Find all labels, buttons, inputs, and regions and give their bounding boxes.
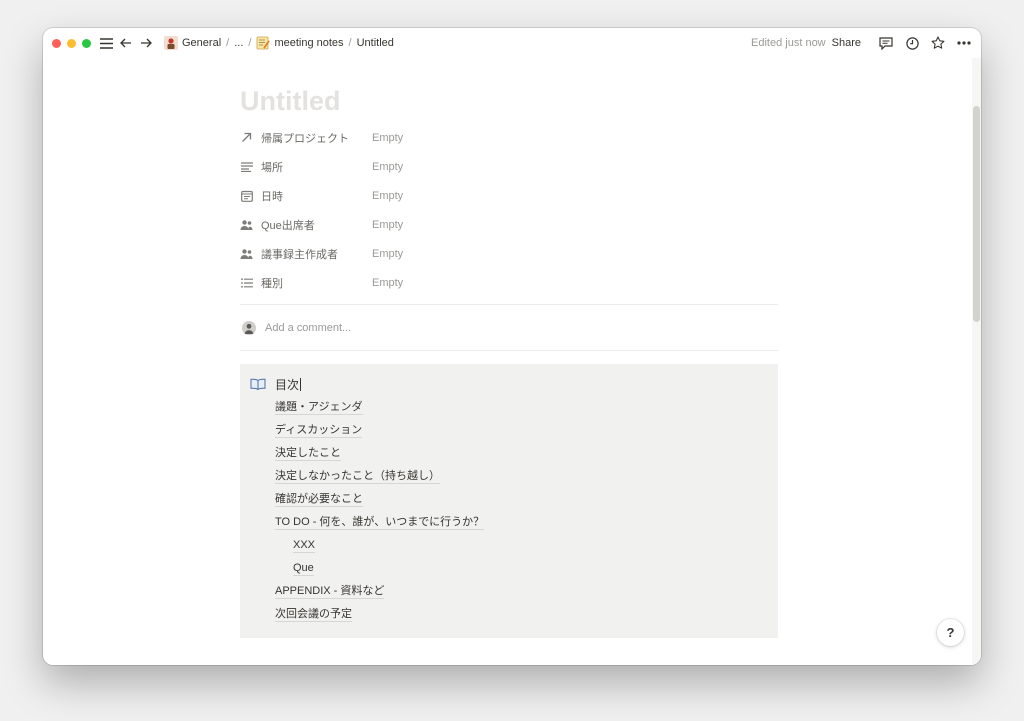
text-cursor [300, 377, 302, 391]
share-button[interactable]: Share [832, 37, 861, 49]
add-comment-row[interactable]: Add a comment... [240, 305, 778, 350]
breadcrumb-item-meeting-notes[interactable]: meeting notes [253, 34, 346, 52]
toc-link-label[interactable]: 議題・アジェンダ [275, 401, 363, 415]
app-window: General / ... / meeting notes / Untitled… [43, 28, 981, 665]
avatar [242, 320, 256, 335]
property-row-minutes-author[interactable]: 議事録主作成者 Empty [240, 239, 778, 268]
toc-link-label[interactable]: 次回会議の予定 [275, 608, 352, 622]
forward-arrow-icon[interactable] [137, 34, 155, 52]
property-value[interactable]: Empty [372, 190, 403, 202]
property-row-attendees[interactable]: Que出席者 Empty [240, 210, 778, 239]
property-label: 議事録主作成者 [261, 248, 338, 261]
window-controls [52, 38, 97, 48]
property-label: 帰属プロジェクト [261, 132, 349, 145]
edited-status: Edited just now [751, 37, 826, 49]
breadcrumb-separator: / [248, 37, 252, 49]
property-name: 場所 [240, 159, 372, 175]
toc-link-label[interactable]: ディスカッション [275, 424, 363, 438]
property-row-location[interactable]: 場所 Empty [240, 152, 778, 181]
property-value[interactable]: Empty [372, 248, 403, 260]
breadcrumb-separator: / [348, 37, 352, 49]
toc-link[interactable]: 議題・アジェンダ [275, 396, 778, 419]
minimize-window-button[interactable] [67, 38, 76, 48]
toc-link-label[interactable]: 決定したこと [275, 447, 341, 461]
breadcrumb-label: ... [234, 37, 244, 49]
text-lines-icon [240, 160, 253, 173]
breadcrumb-label: General [182, 37, 222, 49]
breadcrumb-item-general[interactable]: General [161, 34, 224, 52]
toc-link-label[interactable]: XXX [293, 539, 316, 553]
people-icon [240, 247, 253, 260]
calendar-icon [240, 189, 253, 202]
top-bar: General / ... / meeting notes / Untitled… [43, 28, 981, 58]
property-name: 日時 [240, 188, 372, 204]
back-arrow-icon[interactable] [117, 34, 135, 52]
breadcrumb-label: meeting notes [274, 37, 344, 49]
more-options-icon[interactable] [955, 34, 973, 52]
memo-emoji-icon [256, 36, 271, 50]
toc-link[interactable]: 決定しなかったこと（持ち越し） [275, 465, 778, 488]
property-name: 種別 [240, 275, 372, 291]
workspace-emoji-icon [164, 36, 178, 50]
property-name: 帰属プロジェクト [240, 130, 372, 146]
close-window-button[interactable] [52, 38, 61, 48]
people-icon [240, 218, 253, 231]
scrollbar[interactable] [972, 58, 981, 665]
property-row-type[interactable]: 種別 Empty [240, 268, 778, 297]
breadcrumb-separator: / [226, 37, 230, 49]
comment-icon[interactable] [877, 34, 895, 52]
toc-link-label[interactable]: 確認が必要なこと [275, 493, 363, 507]
property-label: 場所 [261, 161, 283, 174]
toc-link-label[interactable]: 決定しなかったこと（持ち越し） [275, 470, 440, 484]
toc-link[interactable]: Que [293, 557, 778, 580]
topbar-actions: Edited just now Share [751, 28, 975, 58]
property-value[interactable]: Empty [372, 132, 403, 144]
toc-link-label[interactable]: TO DO - 何を、誰が、いつまでに行うか？ [275, 516, 485, 530]
property-label: Que出席者 [261, 219, 315, 232]
toc-link-label[interactable]: APPENDIX - 資料など [275, 585, 385, 599]
page-content: Untitled 帰属プロジェクト Empty 場所 Empty 日時 Empt… [240, 58, 778, 638]
breadcrumb-item-ellipsis[interactable]: ... [231, 35, 246, 51]
toc-link[interactable]: ディスカッション [275, 419, 778, 442]
star-favorite-icon[interactable] [929, 34, 947, 52]
list-icon [240, 276, 253, 289]
sidebar-menu-icon[interactable] [97, 34, 115, 52]
breadcrumb-item-untitled[interactable]: Untitled [354, 35, 397, 51]
help-button[interactable]: ? [937, 619, 964, 646]
toc-link-label[interactable]: Que [293, 562, 314, 576]
toc-link[interactable]: 次回会議の予定 [275, 603, 778, 626]
clock-history-icon[interactable] [903, 34, 921, 52]
toc-link[interactable]: 決定したこと [275, 442, 778, 465]
breadcrumb: General / ... / meeting notes / Untitled [161, 34, 397, 52]
relation-arrow-icon [240, 131, 253, 144]
comment-input[interactable]: Add a comment... [265, 322, 351, 334]
maximize-window-button[interactable] [82, 38, 91, 48]
property-name: 議事録主作成者 [240, 246, 372, 262]
property-label: 日時 [261, 190, 283, 203]
toc-link[interactable]: APPENDIX - 資料など [275, 580, 778, 603]
divider [240, 350, 778, 351]
properties-list: 帰属プロジェクト Empty 場所 Empty 日時 Empty Que出席者 … [240, 123, 778, 297]
breadcrumb-label: Untitled [356, 37, 394, 49]
table-of-contents-callout: 目次 議題・アジェンダ ディスカッション 決定したこと 決定しなかったこと（持ち… [240, 364, 778, 638]
property-row-project[interactable]: 帰属プロジェクト Empty [240, 123, 778, 152]
property-value[interactable]: Empty [372, 219, 403, 231]
toc-heading[interactable]: 目次 [275, 376, 299, 393]
property-row-datetime[interactable]: 日時 Empty [240, 181, 778, 210]
property-name: Que出席者 [240, 217, 372, 233]
property-value[interactable]: Empty [372, 277, 403, 289]
open-book-icon[interactable] [250, 378, 266, 390]
page-title[interactable]: Untitled [240, 83, 778, 119]
property-label: 種別 [261, 277, 283, 290]
toc-link[interactable]: 確認が必要なこと [275, 488, 778, 511]
toc-heading-row: 目次 [250, 372, 778, 396]
property-value[interactable]: Empty [372, 161, 403, 173]
toc-link[interactable]: TO DO - 何を、誰が、いつまでに行うか？ [275, 511, 778, 534]
scrollbar-thumb[interactable] [973, 106, 980, 322]
toc-link[interactable]: XXX [293, 534, 778, 557]
